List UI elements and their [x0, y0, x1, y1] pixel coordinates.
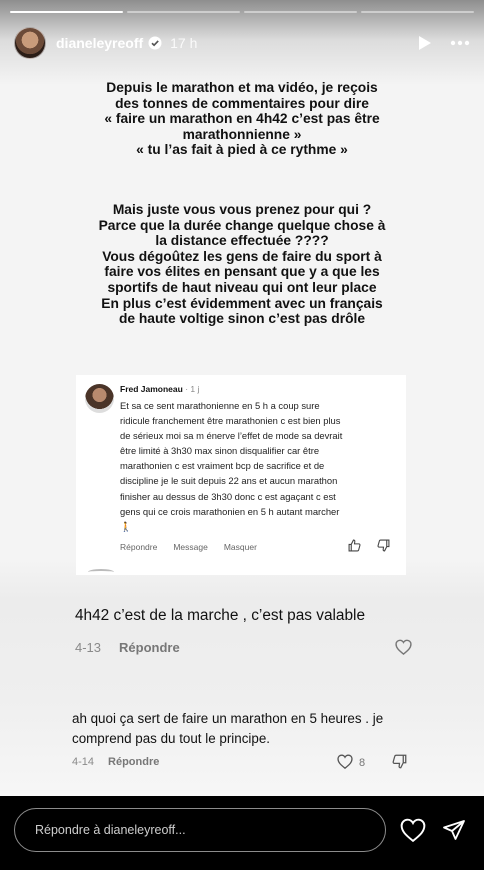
progress-segment — [244, 11, 357, 13]
comment-reply-text: ah quoi ça sert de faire un marathon en … — [72, 711, 384, 746]
story-text-paragraph: Mais juste vous vous prenez pour qui ? P… — [98, 202, 386, 327]
comment-text: Et sa ce sent marathonienne en 5 h a cou… — [120, 400, 343, 532]
thumbs-down-icon — [377, 539, 390, 557]
comment-age: · 1 j — [185, 384, 200, 394]
verified-badge-icon — [148, 36, 162, 50]
like-count: 8 — [359, 757, 366, 769]
story-view[interactable]: dianeleyreoff 17 h Depuis le marathon et… — [0, 0, 484, 870]
reply-bar — [0, 796, 484, 870]
reply-button[interactable]: Répondre — [108, 756, 159, 768]
story-header: dianeleyreoff 17 h — [14, 26, 470, 60]
comment-author-avatar — [85, 384, 114, 413]
quoted-comment-screenshot: Fred Jamoneau · 1 j Et sa ce sent marath… — [76, 375, 406, 575]
comment-actions: Répondre Message Masquer — [120, 542, 257, 552]
comment-date: 4-14 — [72, 756, 95, 768]
progress-segment — [10, 11, 123, 13]
comment-meta: 4-13 Répondre — [75, 640, 180, 655]
reply-button[interactable]: Répondre — [119, 640, 180, 655]
thumbs-down-icon[interactable] — [392, 754, 407, 774]
progress-segment — [127, 11, 240, 13]
more-icon[interactable] — [450, 40, 470, 46]
play-icon[interactable] — [418, 35, 432, 51]
heart-icon — [337, 754, 353, 772]
reply-input[interactable] — [14, 808, 386, 852]
progress-segment — [361, 11, 474, 13]
comment-author: Fred Jamoneau · 1 j — [120, 384, 199, 394]
heart-icon[interactable] — [395, 639, 412, 660]
thumbs-up-icon — [348, 539, 361, 557]
send-icon[interactable] — [441, 818, 467, 847]
story-progress-bar — [10, 11, 474, 13]
story-text-paragraph: Depuis le marathon et ma vidéo, je reçoi… — [104, 80, 380, 158]
comment-date: 4-13 — [75, 640, 102, 655]
next-comment-avatar-edge — [88, 569, 114, 575]
post-time: 17 h — [170, 35, 198, 51]
comment-author-name: Fred Jamoneau — [120, 384, 183, 394]
comment-meta: 4-14 Répondre — [72, 756, 159, 768]
avatar[interactable] — [14, 27, 46, 59]
comment-reply-action: Répondre — [120, 542, 158, 552]
username[interactable]: dianeleyreoff — [56, 35, 143, 51]
comment-hide-action: Masquer — [223, 542, 257, 552]
heart-icon[interactable] — [400, 818, 426, 847]
comment-like-button[interactable]: 8 — [337, 754, 365, 772]
comment-message-action: Message — [173, 542, 208, 552]
comment-reply-text: 4h42 c’est de la marche , c’est pas vala… — [75, 607, 366, 624]
